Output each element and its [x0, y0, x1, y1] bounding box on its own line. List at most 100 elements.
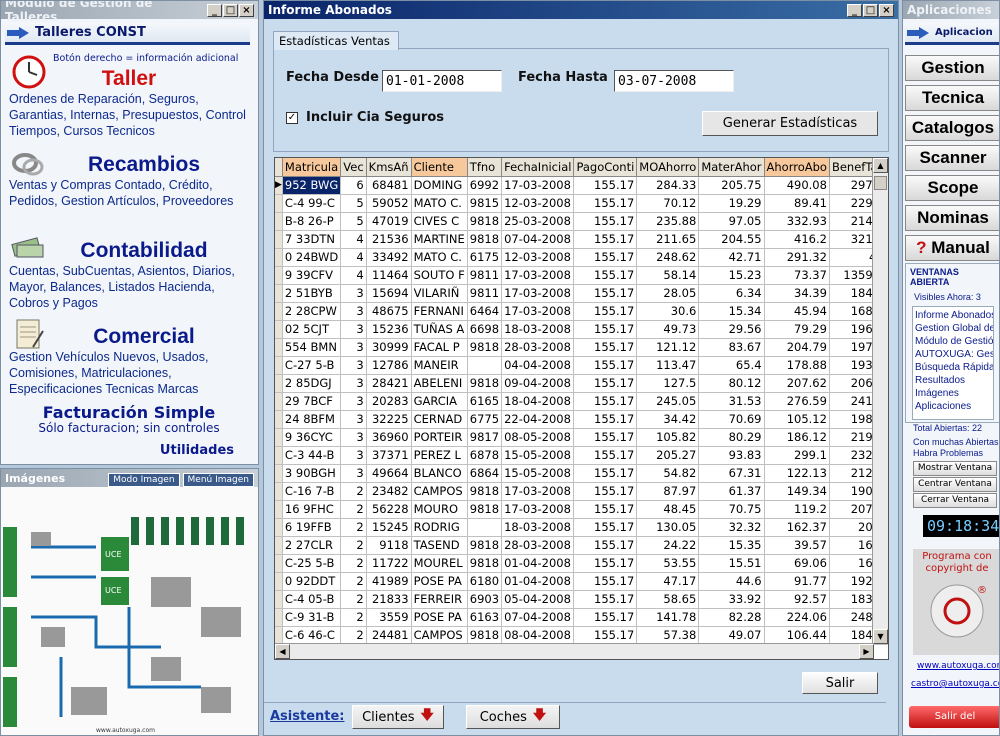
table-cell[interactable]: 80.12: [698, 374, 765, 393]
table-cell[interactable]: 11722: [366, 554, 412, 573]
table-cell[interactable]: 155.17: [573, 302, 638, 321]
row-indicator[interactable]: [275, 212, 283, 231]
row-indicator[interactable]: [275, 320, 283, 339]
table-row[interactable]: C-4 05-B 2 21833 FERREIR 6903 05-04-2008 155.1…: [275, 590, 888, 609]
table-cell[interactable]: 2 51BYB: [282, 284, 342, 303]
table-cell[interactable]: 248.62: [636, 248, 700, 267]
table-cell[interactable]: 45.94: [764, 302, 830, 321]
app-button-tecnica[interactable]: Tecnica: [905, 85, 999, 111]
table-cell[interactable]: 6.34: [698, 284, 765, 303]
table-cell[interactable]: 121.12: [636, 338, 700, 357]
table-cell[interactable]: 235.88: [636, 212, 700, 231]
window-list-item[interactable]: AUTOXUGA: Ges: [915, 348, 993, 361]
table-cell[interactable]: 59052: [366, 194, 412, 213]
row-indicator[interactable]: [275, 500, 283, 519]
table-cell[interactable]: 155.17: [573, 230, 638, 249]
table-cell[interactable]: 6165: [467, 392, 503, 411]
table-cell[interactable]: 18-03-2008: [501, 518, 575, 537]
table-cell[interactable]: 31.53: [698, 392, 765, 411]
table-row[interactable]: C-27 5-B 3 12786 MANEIR 04-04-2008 155.17 113.…: [275, 356, 888, 375]
table-cell[interactable]: C-3 44-B: [282, 446, 342, 465]
table-cell[interactable]: B-8 26-P: [282, 212, 342, 231]
table-row[interactable]: C-3 44-B 3 37371 PEREZ L 6878 15-05-2008 155.1…: [275, 446, 888, 465]
row-indicator[interactable]: [275, 194, 283, 213]
table-cell[interactable]: 155.17: [573, 482, 638, 501]
table-cell[interactable]: 2: [340, 518, 367, 537]
table-cell[interactable]: 3: [340, 320, 367, 339]
table-cell[interactable]: 2: [340, 590, 367, 609]
table-row[interactable]: 0 92DDT 2 41989 POSE PA 6180 01-04-2008 155.17…: [275, 572, 888, 591]
row-indicator[interactable]: [275, 464, 283, 483]
table-cell[interactable]: 9818: [467, 338, 503, 357]
table-cell[interactable]: 9818: [467, 554, 503, 573]
table-cell[interactable]: 49.73: [636, 320, 700, 339]
table-cell[interactable]: PEREZ L: [411, 446, 468, 465]
table-cell[interactable]: 127.5: [636, 374, 700, 393]
column-header[interactable]: Vec: [340, 158, 367, 177]
table-row[interactable]: 0 24BWD 4 33492 MATO C. 6175 12-03-2008 155.17…: [275, 248, 888, 267]
table-cell[interactable]: 9118: [366, 536, 412, 555]
table-cell[interactable]: MATO C.: [411, 194, 468, 213]
table-cell[interactable]: 87.97: [636, 482, 700, 501]
table-cell[interactable]: 5: [340, 194, 367, 213]
minimize-button[interactable]: _: [207, 3, 222, 17]
column-header[interactable]: Matricula: [282, 158, 342, 177]
table-cell[interactable]: 17-03-2008: [501, 500, 575, 519]
table-cell[interactable]: 20283: [366, 392, 412, 411]
row-indicator[interactable]: [275, 410, 283, 429]
minimize-button[interactable]: _: [847, 3, 862, 17]
table-cell[interactable]: 91.77: [764, 572, 830, 591]
table-cell[interactable]: C-4 05-B: [282, 590, 342, 609]
table-row[interactable]: 02 5CJT 3 15236 TUÑAS A 6698 18-03-2008 155.17…: [275, 320, 888, 339]
table-cell[interactable]: 28421: [366, 374, 412, 393]
table-cell[interactable]: 17-03-2008: [501, 302, 575, 321]
table-cell[interactable]: 9 39CFV: [282, 266, 342, 285]
section-title[interactable]: Comercial: [9, 325, 249, 349]
column-header[interactable]: AhorroAbo: [764, 158, 830, 177]
table-row[interactable]: C-9 31-B 2 3559 POSE PA 6163 07-04-2008 155.17…: [275, 608, 888, 627]
table-cell[interactable]: 155.17: [573, 248, 638, 267]
table-cell[interactable]: 6864: [467, 464, 503, 483]
table-cell[interactable]: 32225: [366, 410, 412, 429]
table-cell[interactable]: 57.38: [636, 626, 700, 645]
table-cell[interactable]: 22-04-2008: [501, 410, 575, 429]
table-cell[interactable]: TUÑAS A: [411, 320, 468, 339]
table-cell[interactable]: 58.14: [636, 266, 700, 285]
table-cell[interactable]: 15.23: [698, 266, 765, 285]
table-row[interactable]: B-8 26-P 5 47019 CIVES C 9818 25-03-2008 155.1…: [275, 212, 888, 231]
table-cell[interactable]: 30.6: [636, 302, 700, 321]
table-cell[interactable]: 155.17: [573, 356, 638, 375]
table-cell[interactable]: 37371: [366, 446, 412, 465]
table-cell[interactable]: RODRIG: [411, 518, 468, 537]
table-cell[interactable]: POSE PA: [411, 572, 468, 591]
row-indicator[interactable]: [275, 608, 283, 627]
table-cell[interactable]: 05-04-2008: [501, 590, 575, 609]
table-cell[interactable]: TASEND: [411, 536, 468, 555]
table-cell[interactable]: 2: [340, 536, 367, 555]
table-cell[interactable]: 3: [340, 338, 367, 357]
table-cell[interactable]: 33.92: [698, 590, 765, 609]
maximize-button[interactable]: □: [223, 3, 238, 17]
table-cell[interactable]: 6775: [467, 410, 503, 429]
window-list-item[interactable]: Imágenes: [915, 387, 991, 400]
row-indicator[interactable]: [275, 374, 283, 393]
table-cell[interactable]: 3: [340, 410, 367, 429]
row-indicator[interactable]: [275, 338, 283, 357]
table-cell[interactable]: 155.17: [573, 500, 638, 519]
engine-diagram-image[interactable]: UCE UCE www.autoxuga.com: [1, 487, 259, 736]
table-cell[interactable]: 155.17: [573, 320, 638, 339]
section-recambios[interactable]: Recambios Ventas y Compras Contado, Créd…: [9, 153, 249, 209]
row-indicator[interactable]: [275, 428, 283, 447]
table-cell[interactable]: 9 36CYC: [282, 428, 342, 447]
table-cell[interactable]: 9818: [467, 500, 503, 519]
table-cell[interactable]: 34.42: [636, 410, 700, 429]
table-cell[interactable]: MOUREL: [411, 554, 468, 573]
table-cell[interactable]: 2: [340, 608, 367, 627]
table-cell[interactable]: 6175: [467, 248, 503, 267]
table-cell[interactable]: 2: [340, 482, 367, 501]
clientes-button[interactable]: Clientes 🡇: [352, 705, 444, 729]
row-indicator[interactable]: [275, 266, 283, 285]
table-cell[interactable]: 291.32: [764, 248, 830, 267]
window-list-item[interactable]: Resultados: [915, 374, 991, 387]
table-row[interactable]: 2 85DGJ 3 28421 ABELENI 9818 09-04-2008 155.17…: [275, 374, 888, 393]
